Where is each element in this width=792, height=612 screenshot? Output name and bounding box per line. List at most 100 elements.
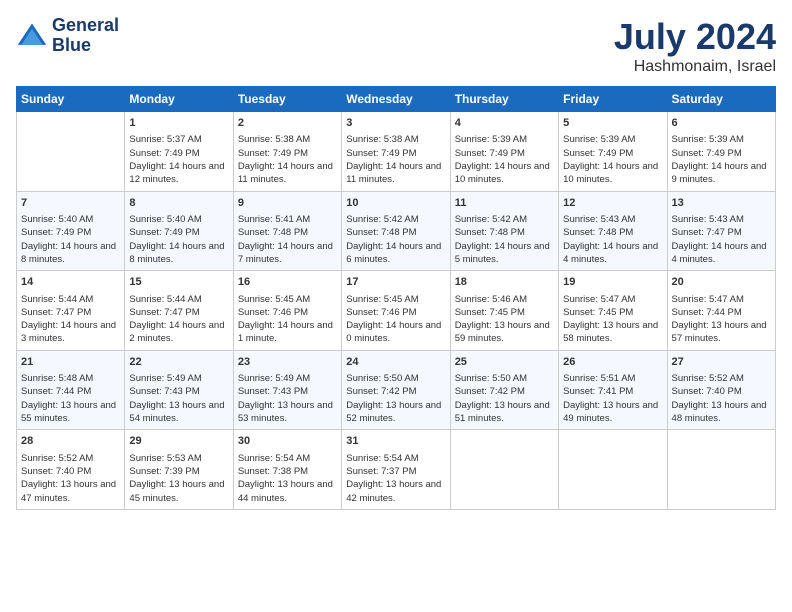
day-number: 29 <box>129 434 228 449</box>
calendar-cell: 14Sunrise: 5:44 AMSunset: 7:47 PMDayligh… <box>17 271 125 351</box>
calendar-cell: 19Sunrise: 5:47 AMSunset: 7:45 PMDayligh… <box>559 271 667 351</box>
day-number: 27 <box>672 355 771 370</box>
sunset-text: Sunset: 7:44 PM <box>21 386 91 397</box>
logo-text: General Blue <box>52 16 119 56</box>
sunrise-text: Sunrise: 5:54 AM <box>346 453 418 464</box>
day-number: 7 <box>21 196 120 211</box>
sunset-text: Sunset: 7:48 PM <box>563 227 633 238</box>
sunset-text: Sunset: 7:49 PM <box>455 148 525 159</box>
calendar-cell: 26Sunrise: 5:51 AMSunset: 7:41 PMDayligh… <box>559 350 667 430</box>
sunset-text: Sunset: 7:49 PM <box>21 227 91 238</box>
calendar-cell: 18Sunrise: 5:46 AMSunset: 7:45 PMDayligh… <box>450 271 558 351</box>
sunset-text: Sunset: 7:49 PM <box>672 148 742 159</box>
sunrise-text: Sunrise: 5:53 AM <box>129 453 201 464</box>
sunset-text: Sunset: 7:39 PM <box>129 466 199 477</box>
sunrise-text: Sunrise: 5:38 AM <box>346 134 418 145</box>
sunset-text: Sunset: 7:46 PM <box>238 307 308 318</box>
week-row: 14Sunrise: 5:44 AMSunset: 7:47 PMDayligh… <box>17 271 776 351</box>
sunset-text: Sunset: 7:38 PM <box>238 466 308 477</box>
calendar-cell: 16Sunrise: 5:45 AMSunset: 7:46 PMDayligh… <box>233 271 341 351</box>
daylight-text: Daylight: 14 hours and 3 minutes. <box>21 320 116 344</box>
sunset-text: Sunset: 7:45 PM <box>455 307 525 318</box>
sunrise-text: Sunrise: 5:54 AM <box>238 453 310 464</box>
day-number: 25 <box>455 355 554 370</box>
day-number: 30 <box>238 434 337 449</box>
calendar-cell: 4Sunrise: 5:39 AMSunset: 7:49 PMDaylight… <box>450 112 558 192</box>
day-number: 28 <box>21 434 120 449</box>
day-number: 31 <box>346 434 445 449</box>
calendar-cell: 10Sunrise: 5:42 AMSunset: 7:48 PMDayligh… <box>342 191 450 271</box>
sunset-text: Sunset: 7:47 PM <box>21 307 91 318</box>
month-title: July 2024 <box>614 16 776 58</box>
daylight-text: Daylight: 13 hours and 57 minutes. <box>672 320 767 344</box>
logo: General Blue <box>16 16 119 56</box>
sunset-text: Sunset: 7:40 PM <box>21 466 91 477</box>
calendar-cell: 29 Sunrise: 5:53 AM Sunset: 7:39 PM Dayligh… <box>125 430 233 510</box>
sunset-text: Sunset: 7:43 PM <box>238 386 308 397</box>
daylight-text: Daylight: 13 hours and 52 minutes. <box>346 400 441 424</box>
sunrise-text: Sunrise: 5:44 AM <box>129 294 201 305</box>
calendar-cell <box>559 430 667 510</box>
daylight-text: Daylight: 14 hours and 0 minutes. <box>346 320 441 344</box>
day-number: 1 <box>129 116 228 131</box>
calendar-cell <box>450 430 558 510</box>
calendar-cell: 12Sunrise: 5:43 AMSunset: 7:48 PMDayligh… <box>559 191 667 271</box>
sunset-text: Sunset: 7:48 PM <box>238 227 308 238</box>
day-number: 8 <box>129 196 228 211</box>
daylight-text: Daylight: 14 hours and 9 minutes. <box>672 161 767 185</box>
daylight-text: Daylight: 14 hours and 8 minutes. <box>129 241 224 265</box>
sunrise-text: Sunrise: 5:45 AM <box>238 294 310 305</box>
sunrise-text: Sunrise: 5:45 AM <box>346 294 418 305</box>
header-row: SundayMondayTuesdayWednesdayThursdayFrid… <box>17 87 776 112</box>
day-header: Friday <box>559 87 667 112</box>
day-header: Saturday <box>667 87 775 112</box>
calendar-cell: 23Sunrise: 5:49 AMSunset: 7:43 PMDayligh… <box>233 350 341 430</box>
sunrise-text: Sunrise: 5:42 AM <box>455 214 527 225</box>
daylight-text: Daylight: 14 hours and 11 minutes. <box>346 161 441 185</box>
sunset-text: Sunset: 7:45 PM <box>563 307 633 318</box>
daylight-text: Daylight: 13 hours and 42 minutes. <box>346 479 441 503</box>
sunset-text: Sunset: 7:41 PM <box>563 386 633 397</box>
daylight-text: Daylight: 14 hours and 4 minutes. <box>672 241 767 265</box>
week-row: 28Sunrise: 5:52 AMSunset: 7:40 PMDayligh… <box>17 430 776 510</box>
calendar-cell: 17Sunrise: 5:45 AMSunset: 7:46 PMDayligh… <box>342 271 450 351</box>
week-row: 21Sunrise: 5:48 AMSunset: 7:44 PMDayligh… <box>17 350 776 430</box>
sunrise-text: Sunrise: 5:43 AM <box>563 214 635 225</box>
calendar-cell: 22Sunrise: 5:49 AMSunset: 7:43 PMDayligh… <box>125 350 233 430</box>
day-header: Sunday <box>17 87 125 112</box>
week-row: 7Sunrise: 5:40 AMSunset: 7:49 PMDaylight… <box>17 191 776 271</box>
day-number: 9 <box>238 196 337 211</box>
sunrise-text: Sunrise: 5:39 AM <box>672 134 744 145</box>
day-header: Monday <box>125 87 233 112</box>
calendar-cell: 11Sunrise: 5:42 AMSunset: 7:48 PMDayligh… <box>450 191 558 271</box>
day-number: 5 <box>563 116 662 131</box>
day-number: 3 <box>346 116 445 131</box>
day-number: 26 <box>563 355 662 370</box>
day-number: 19 <box>563 275 662 290</box>
daylight-text: Daylight: 13 hours and 45 minutes. <box>129 479 224 503</box>
location-title: Hashmonaim, Israel <box>614 58 776 76</box>
calendar-header: SundayMondayTuesdayWednesdayThursdayFrid… <box>17 87 776 112</box>
day-number: 21 <box>21 355 120 370</box>
day-number: 11 <box>455 196 554 211</box>
sunset-text: Sunset: 7:49 PM <box>238 148 308 159</box>
daylight-text: Daylight: 14 hours and 7 minutes. <box>238 241 333 265</box>
calendar-cell: 8Sunrise: 5:40 AMSunset: 7:49 PMDaylight… <box>125 191 233 271</box>
logo-icon <box>16 20 48 52</box>
calendar-cell: 2Sunrise: 5:38 AMSunset: 7:49 PMDaylight… <box>233 112 341 192</box>
calendar-cell <box>667 430 775 510</box>
sunset-text: Sunset: 7:44 PM <box>672 307 742 318</box>
calendar-cell: 21Sunrise: 5:48 AMSunset: 7:44 PMDayligh… <box>17 350 125 430</box>
daylight-text: Daylight: 14 hours and 6 minutes. <box>346 241 441 265</box>
sunrise-text: Sunrise: 5:50 AM <box>455 373 527 384</box>
day-header: Tuesday <box>233 87 341 112</box>
calendar-cell: 15Sunrise: 5:44 AMSunset: 7:47 PMDayligh… <box>125 271 233 351</box>
sunrise-text: Sunrise: 5:41 AM <box>238 214 310 225</box>
day-number: 2 <box>238 116 337 131</box>
daylight-text: Daylight: 14 hours and 11 minutes. <box>238 161 333 185</box>
day-number: 10 <box>346 196 445 211</box>
daylight-text: Daylight: 13 hours and 47 minutes. <box>21 479 116 503</box>
calendar-cell: 25Sunrise: 5:50 AMSunset: 7:42 PMDayligh… <box>450 350 558 430</box>
calendar-cell <box>17 112 125 192</box>
calendar-cell: 3Sunrise: 5:38 AMSunset: 7:49 PMDaylight… <box>342 112 450 192</box>
